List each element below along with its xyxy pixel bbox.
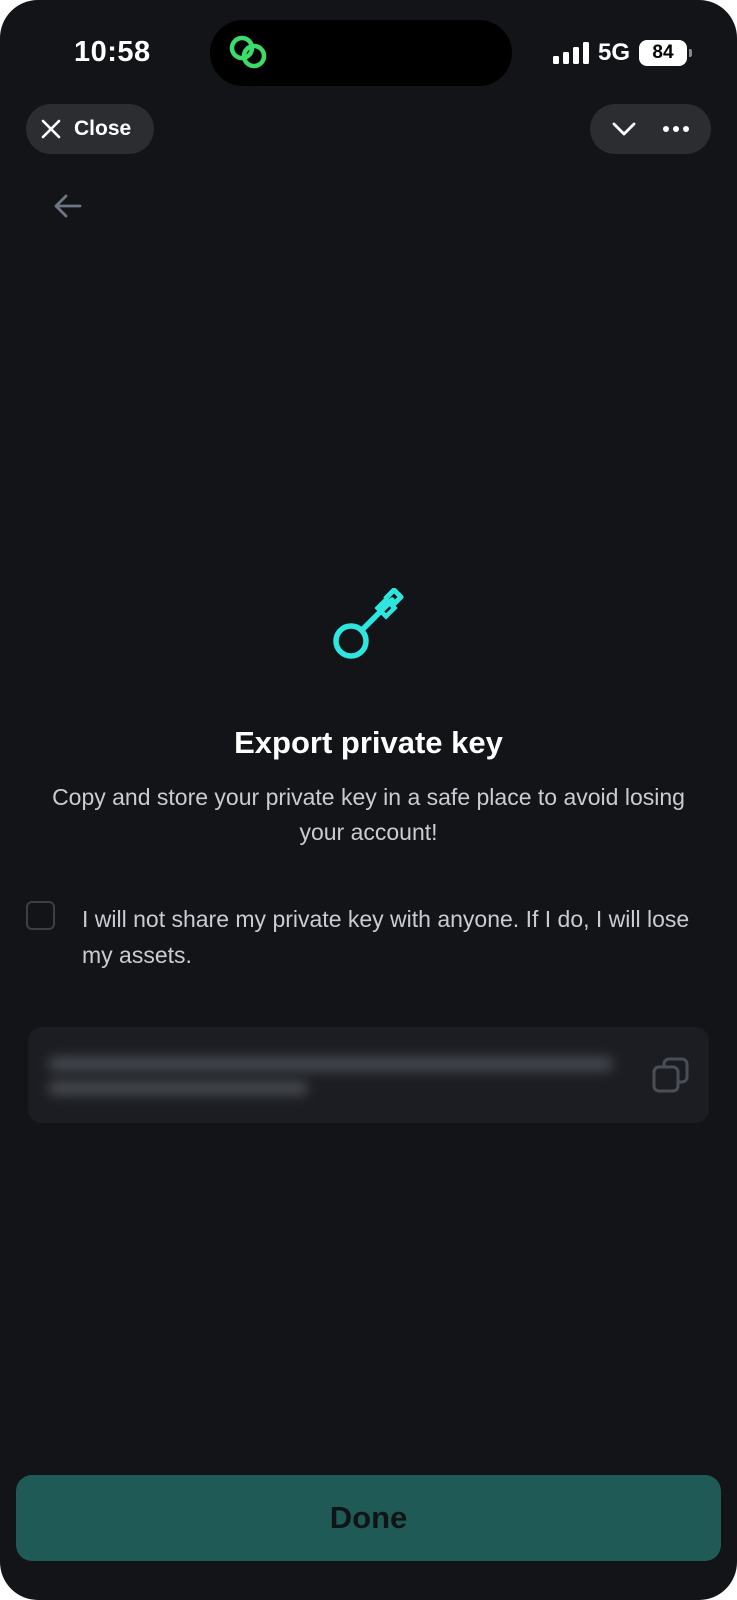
phone-screen: 10:58 5G 84 Close Export private key Cop… <box>0 0 737 1600</box>
page-title: Export private key <box>234 725 503 760</box>
header-actions <box>590 104 711 154</box>
signal-icon <box>552 42 589 64</box>
copy-icon[interactable] <box>651 1055 691 1095</box>
key-icon <box>333 588 404 659</box>
masked-key-text <box>48 1081 308 1095</box>
close-icon <box>41 119 61 139</box>
more-horizontal-icon[interactable] <box>661 115 691 143</box>
dynamic-island <box>210 20 512 86</box>
arrow-left-icon[interactable] <box>52 190 84 222</box>
close-label: Close <box>74 117 132 140</box>
network-type: 5G <box>597 39 630 66</box>
battery-level: 84 <box>652 42 674 63</box>
status-time: 10:58 <box>74 36 151 68</box>
done-button[interactable]: Done <box>16 1475 721 1561</box>
close-button[interactable]: Close <box>26 104 154 154</box>
acknowledge-label[interactable]: I will not share my private key with any… <box>82 901 702 973</box>
status-indicators: 5G 84 <box>552 39 692 66</box>
private-key-field <box>28 1027 709 1123</box>
masked-key-text <box>48 1057 613 1071</box>
done-label: Done <box>329 1500 408 1535</box>
link-icon <box>229 35 267 69</box>
battery-icon: 84 <box>639 40 692 66</box>
acknowledge-checkbox[interactable] <box>26 901 55 930</box>
chevron-down-icon[interactable] <box>610 115 638 143</box>
page-subtitle: Copy and store your private key in a saf… <box>52 784 685 845</box>
